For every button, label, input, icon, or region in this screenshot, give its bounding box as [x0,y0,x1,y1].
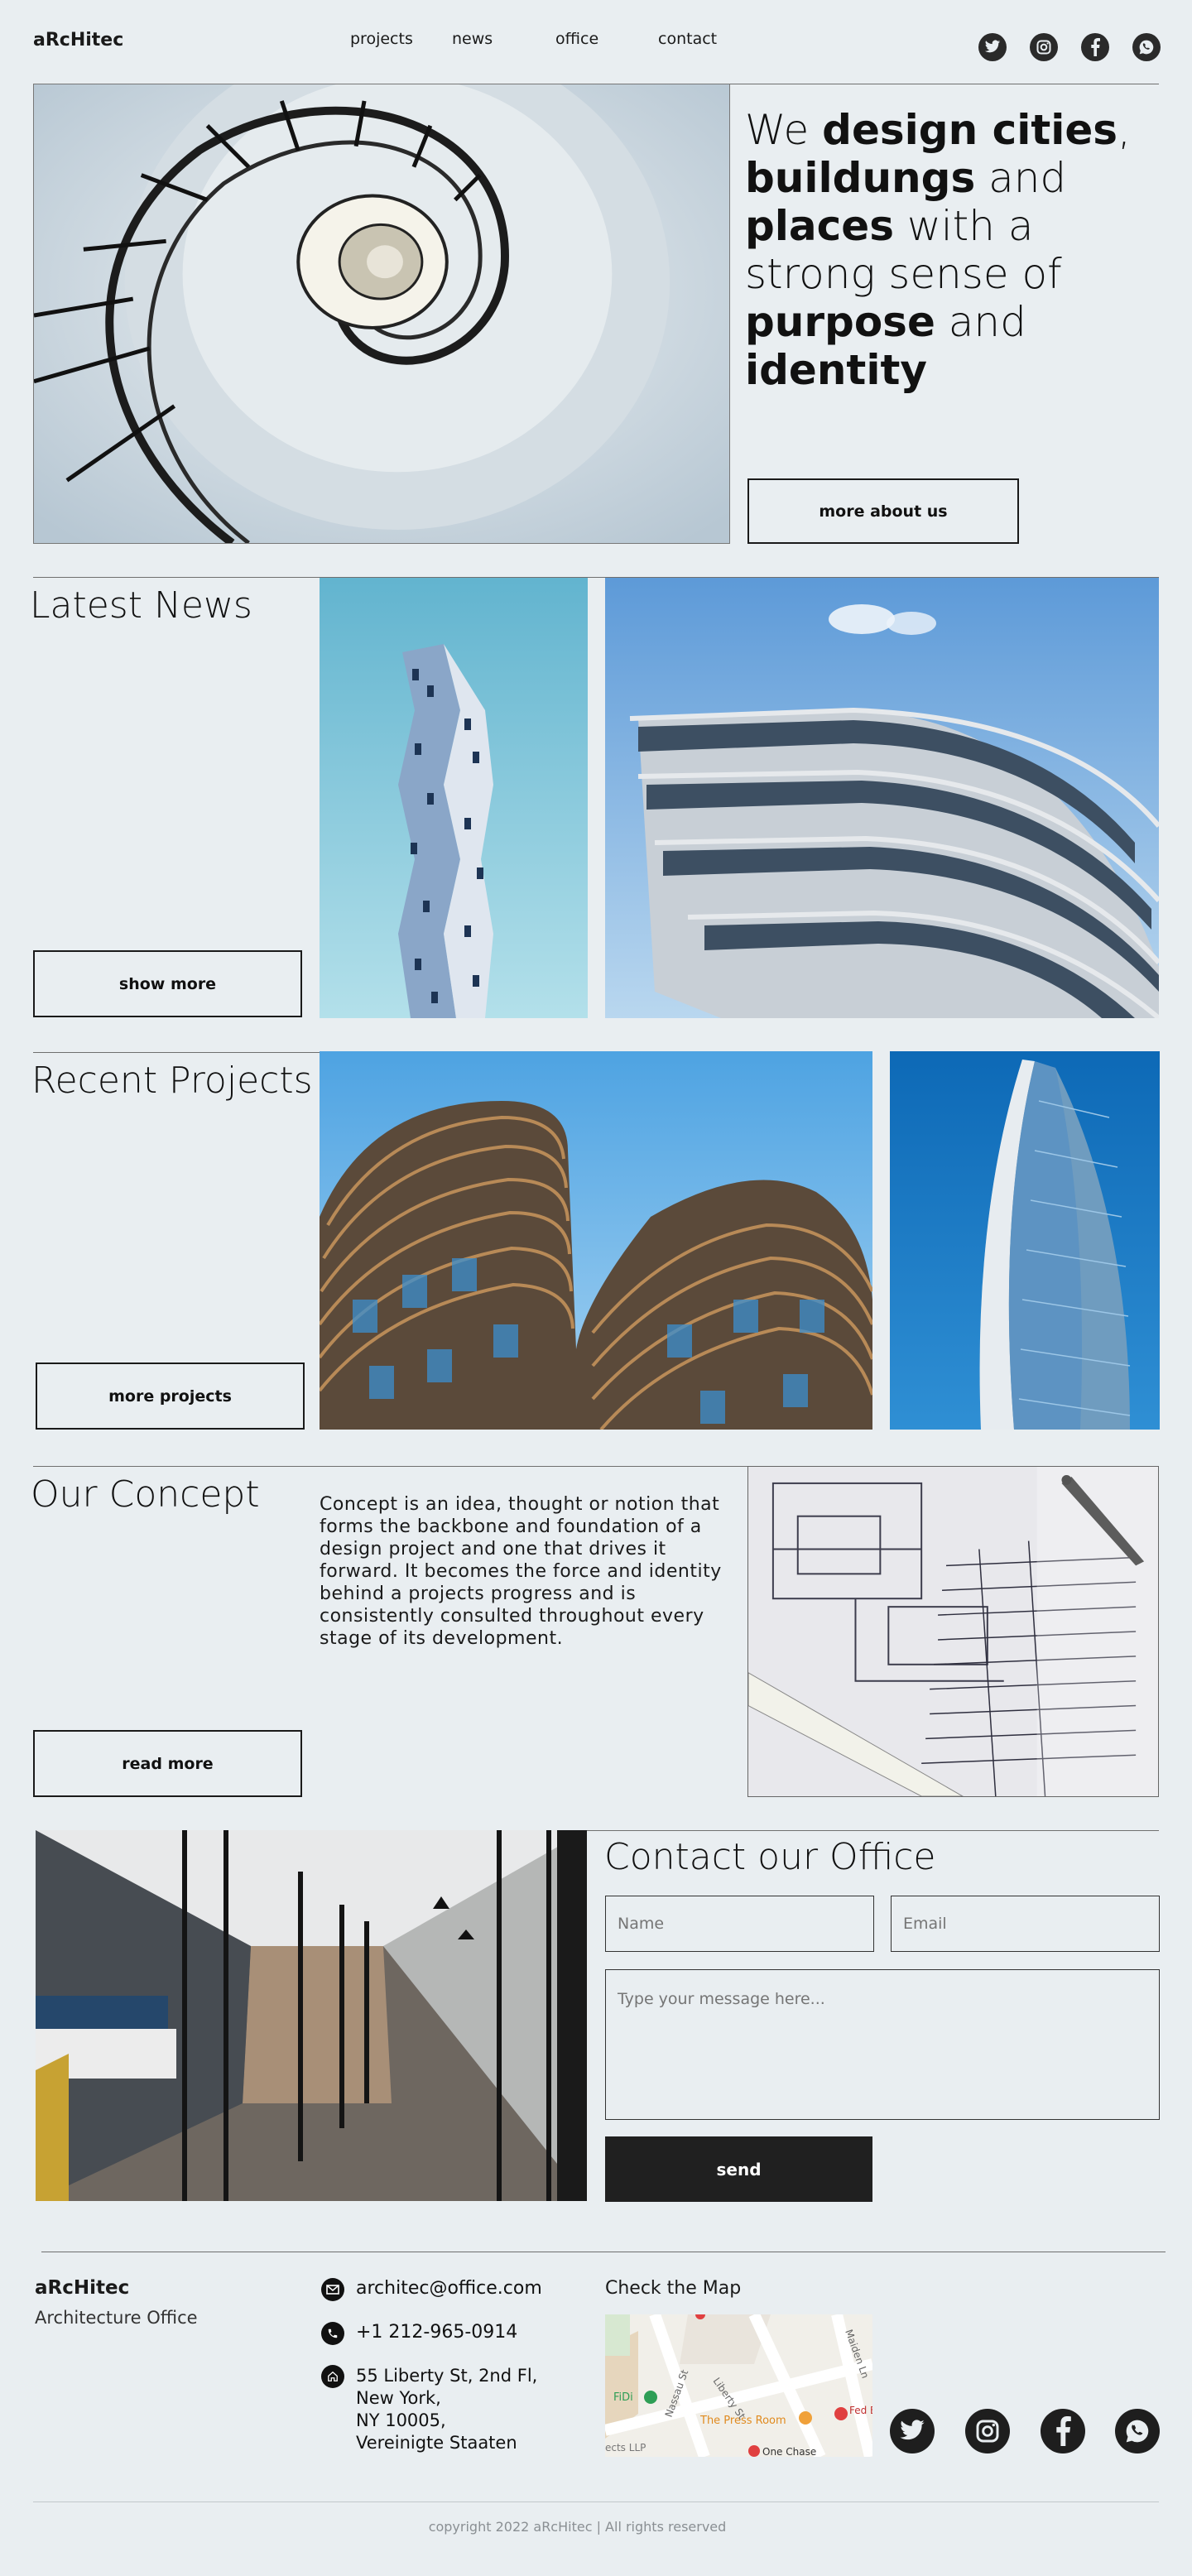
footer-phone-text[interactable]: +1 212-965-0914 [356,2322,517,2343]
projects-divider [33,1052,320,1053]
nav-news[interactable]: news [452,30,493,48]
hero-bold-part: places [745,202,894,250]
concept-text: Concept is an idea, thought or notion th… [320,1494,722,1649]
hero-bold-part: design cities [822,106,1118,154]
recent-projects-title: Recent Projects [31,1060,313,1102]
address-text: 55 Liberty St, 2nd Fl, New York, NY 1000… [356,2365,537,2454]
twitter-icon[interactable] [978,33,1007,61]
map-thumbnail[interactable]: The Press Room One Chase Liberty St Nass… [605,2314,872,2457]
hero-bold-part: purpose [745,298,935,346]
message-textarea[interactable] [605,1969,1160,2120]
phone-icon [321,2322,344,2345]
address-line-1: 55 Liberty St, 2nd Fl, [356,2366,538,2386]
address-line-4: Vereinigte Staaten [356,2433,517,2453]
hero-text-part: We [745,106,823,154]
read-more-button[interactable]: read more [33,1730,302,1797]
footer-brand[interactable]: aRcHitec [35,2277,129,2299]
name-input[interactable] [605,1896,874,1952]
home-icon [321,2365,344,2388]
contact-divider [587,1830,1159,1831]
map-label-fed-bank: Fed Bank [849,2405,872,2416]
nav-office[interactable]: office [555,30,598,48]
nav-contact[interactable]: contact [658,30,717,48]
whatsapp-icon[interactable] [1132,33,1161,61]
news-tower-image [320,578,588,1018]
twitter-icon[interactable] [890,2409,935,2453]
concept-blueprint-image [747,1466,1159,1797]
facebook-icon[interactable] [1081,33,1109,61]
project-towers-image [320,1051,872,1430]
instagram-icon[interactable] [965,2409,1010,2453]
send-button[interactable]: send [605,2136,872,2202]
more-projects-button[interactable]: more projects [36,1362,305,1430]
hero-headline: We design cities, buildungs and places w… [745,106,1175,394]
news-curved-building-image [605,578,1159,1018]
footer-address: 55 Liberty St, 2nd Fl, New York, NY 1000… [321,2365,537,2454]
mail-icon [321,2278,344,2301]
show-more-button[interactable]: show more [33,950,302,1017]
facebook-icon[interactable] [1041,2409,1085,2453]
site-logo[interactable]: aRcHitec [33,30,123,50]
latest-news-title: Latest News [30,584,252,627]
hero-text-part: and [975,154,1067,202]
hero-text-part: , [1118,106,1131,154]
footer-email[interactable]: architec@office.com [321,2278,542,2301]
map-label-one-chase: One Chase [762,2446,816,2457]
whatsapp-icon[interactable] [1115,2409,1160,2453]
hero-text-part: and [935,298,1026,346]
nav-projects[interactable]: projects [350,30,413,48]
instagram-icon[interactable] [1030,33,1058,61]
footer-email-text[interactable]: architec@office.com [356,2278,542,2299]
hero-bold-part: buildungs [745,154,976,202]
hero-bold-part: identity [745,346,927,394]
address-line-3: NY 10005, [356,2410,446,2430]
office-interior-image [36,1830,587,2201]
our-concept-title: Our Concept [31,1473,260,1516]
hero-spiral-staircase-image [33,84,730,544]
map-title: Check the Map [605,2278,742,2299]
email-input[interactable] [891,1896,1160,1952]
project-skyscraper-image [890,1051,1160,1430]
map-label-fidi: FiDi [613,2391,633,2404]
footer-subtitle: Architecture Office [35,2308,198,2328]
map-label-llp: ects LLP [605,2442,646,2453]
more-about-us-button[interactable]: more about us [747,478,1019,544]
address-line-2: New York, [356,2388,441,2408]
contact-title: Contact our Office [604,1836,936,1878]
footer-phone[interactable]: +1 212-965-0914 [321,2322,517,2345]
copyright-text: copyright 2022 aRcHitec | All rights res… [428,2519,727,2535]
